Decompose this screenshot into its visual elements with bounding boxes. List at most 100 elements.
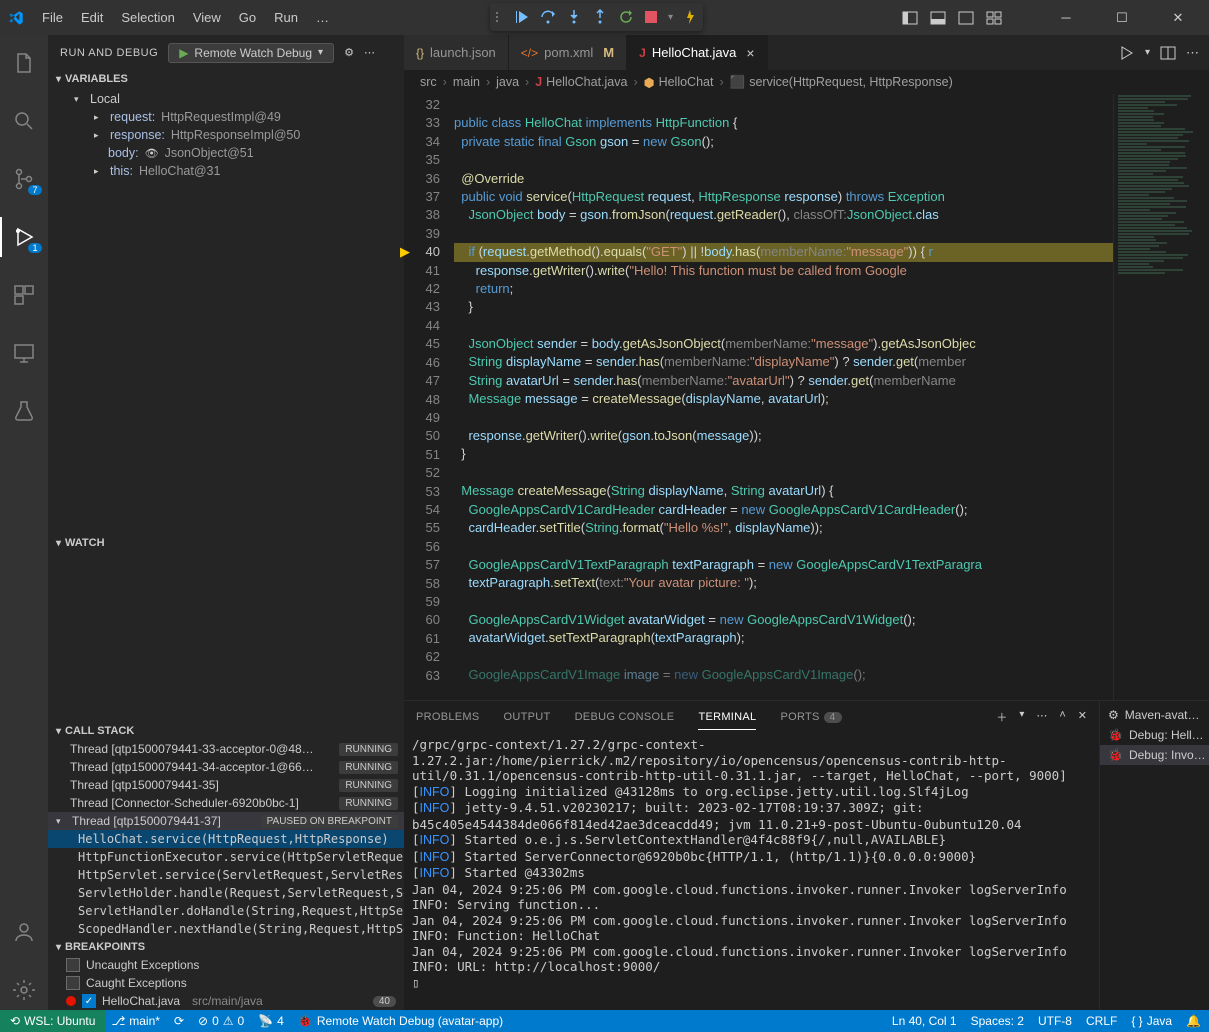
stop-button[interactable] <box>644 10 658 24</box>
encoding[interactable]: UTF-8 <box>1038 1014 1072 1028</box>
thread-row[interactable]: ▾Thread [qtp1500079441-37]PAUSED ON BREA… <box>48 812 404 830</box>
menu-file[interactable]: File <box>34 6 71 29</box>
activity-settings[interactable] <box>0 970 48 1010</box>
tab-hellochat-java[interactable]: JHelloChat.java× <box>627 35 767 70</box>
debug-toolbar[interactable]: ▾ <box>490 3 703 31</box>
layout-customize-icon[interactable] <box>985 9 1003 27</box>
breakpoints-section-header[interactable]: ▾BREAKPOINTS <box>48 938 404 956</box>
thread-row[interactable]: Thread [qtp1500079441-34-acceptor-1@66…R… <box>48 758 404 776</box>
code-editor[interactable]: 3233343536373839▶40414243444546474849505… <box>404 94 1209 700</box>
variable-row[interactable]: ▸response: HttpResponseImpl@50 <box>48 126 404 144</box>
stack-frame[interactable]: HelloChat.service(HttpRequest,HttpRespon… <box>48 830 404 848</box>
stack-frame[interactable]: ScopedHandler.nextHandle(String,Request,… <box>48 920 404 938</box>
window-minimize-button[interactable]: ─ <box>1043 0 1089 35</box>
activity-search[interactable] <box>0 101 48 141</box>
menu-more[interactable]: … <box>308 6 337 29</box>
variable-row[interactable]: body: 👁 JsonObject@51 <box>48 144 404 162</box>
layout-sidebar-left-icon[interactable] <box>901 9 919 27</box>
tab-pom-xml[interactable]: </>pom.xmlM <box>509 35 627 70</box>
menu-go[interactable]: Go <box>231 6 264 29</box>
variable-row[interactable]: ▸request: HttpRequestImpl@49 <box>48 108 404 126</box>
chevron-down-icon[interactable]: ▾ <box>1019 709 1024 725</box>
activity-scm[interactable]: 7 <box>0 159 48 199</box>
notifications-icon[interactable]: 🔔 <box>1186 1014 1201 1028</box>
terminal-output[interactable]: /grpc/grpc-context/1.27.2/grpc-context-1… <box>404 733 1099 1010</box>
new-terminal-button[interactable]: ＋ <box>996 709 1007 725</box>
breakpoint-file[interactable]: ✓HelloChat.javasrc/main/java40 <box>48 992 404 1010</box>
layout-sidebar-right-icon[interactable] <box>957 9 975 27</box>
stack-frame[interactable]: ServletHandler.doHandle(String,Request,H… <box>48 902 404 920</box>
checkbox-icon[interactable] <box>66 976 80 990</box>
line-gutter[interactable]: 3233343536373839▶40414243444546474849505… <box>404 94 454 700</box>
indentation[interactable]: Spaces: 2 <box>971 1014 1024 1028</box>
debug-config-indicator[interactable]: 🐞Remote Watch Debug (avatar-app) <box>298 1014 503 1028</box>
chevron-down-icon[interactable]: ▾ <box>668 12 673 23</box>
activity-extensions[interactable] <box>0 275 48 315</box>
continue-button[interactable] <box>514 9 530 25</box>
panel-tab-problems[interactable]: PROBLEMS <box>416 705 480 729</box>
minimap[interactable] <box>1113 94 1209 700</box>
variable-row[interactable]: ▸this: HelloChat@31 <box>48 162 404 180</box>
sync-indicator[interactable]: ⟳ <box>174 1014 184 1028</box>
more-icon[interactable]: ⋯ <box>1036 709 1047 725</box>
activity-remote-explorer[interactable] <box>0 333 48 373</box>
layout-panel-icon[interactable] <box>929 9 947 27</box>
split-editor-icon[interactable] <box>1160 45 1176 61</box>
crumb[interactable]: ⬛ service(HttpRequest, HttpResponse) <box>730 75 953 90</box>
stack-frame[interactable]: HttpFunctionExecutor.service(HttpServlet… <box>48 848 404 866</box>
checkbox-icon[interactable] <box>66 958 80 972</box>
step-into-button[interactable] <box>566 9 582 25</box>
menu-view[interactable]: View <box>185 6 229 29</box>
launch-config-select[interactable]: ▶ Remote Watch Debug ▾ <box>168 43 334 63</box>
hot-code-replace-button[interactable] <box>683 10 697 24</box>
more-icon[interactable]: ⋯ <box>1186 45 1199 61</box>
panel-tab-output[interactable]: OUTPUT <box>504 705 551 729</box>
run-button[interactable] <box>1119 45 1135 61</box>
tab-launch-json[interactable]: {}launch.json <box>404 35 509 70</box>
variables-section-header[interactable]: ▾VARIABLES <box>48 70 404 88</box>
thread-row[interactable]: Thread [qtp1500079441-35]RUNNING <box>48 776 404 794</box>
activity-testing[interactable] <box>0 391 48 431</box>
panel-tab-terminal[interactable]: TERMINAL <box>698 705 756 730</box>
remote-indicator[interactable]: ⟲WSL: Ubuntu <box>0 1010 105 1032</box>
chevron-up-icon[interactable]: ˄ <box>1059 709 1065 725</box>
close-icon[interactable]: ✕ <box>1078 709 1087 725</box>
window-maximize-button[interactable]: ☐ <box>1099 0 1145 35</box>
panel-tab-debug-console[interactable]: DEBUG CONSOLE <box>575 705 675 729</box>
thread-row[interactable]: Thread [Connector-Scheduler-6920b0bc-1]R… <box>48 794 404 812</box>
crumb[interactable]: J HelloChat.java <box>535 75 627 89</box>
drag-handle-icon[interactable] <box>496 12 504 22</box>
step-over-button[interactable] <box>540 9 556 25</box>
callstack-section-header[interactable]: ▾CALL STACK <box>48 722 404 740</box>
step-out-button[interactable] <box>592 9 608 25</box>
close-icon[interactable]: × <box>746 45 754 61</box>
problems-indicator[interactable]: ⊘0 ⚠0 <box>198 1014 244 1028</box>
crumb[interactable]: main <box>453 75 480 89</box>
terminal-item[interactable]: 🐞Debug: Hell… <box>1100 725 1209 745</box>
activity-debug[interactable]: 1 <box>0 217 48 257</box>
stack-frame[interactable]: ServletHolder.handle(Request,ServletRequ… <box>48 884 404 902</box>
thread-row[interactable]: Thread [qtp1500079441-33-acceptor-0@48…R… <box>48 740 404 758</box>
watch-section-header[interactable]: ▾WATCH <box>48 534 404 552</box>
activity-accounts[interactable] <box>0 912 48 952</box>
scope-local[interactable]: ▾Local <box>48 90 404 108</box>
breakpoint-uncaught[interactable]: Uncaught Exceptions <box>48 956 404 974</box>
breakpoint-caught[interactable]: Caught Exceptions <box>48 974 404 992</box>
panel-tab-ports[interactable]: PORTS4 <box>780 705 841 729</box>
branch-indicator[interactable]: ⎇main* <box>111 1014 160 1028</box>
breadcrumbs[interactable]: src› main› java› J HelloChat.java› ⬢ Hel… <box>404 70 1209 94</box>
ports-indicator[interactable]: 📡4 <box>258 1014 284 1028</box>
gear-icon[interactable]: ⚙ <box>344 46 354 59</box>
crumb[interactable]: src <box>420 75 437 89</box>
stack-frame[interactable]: HttpServlet.service(ServletRequest,Servl… <box>48 866 404 884</box>
activity-explorer[interactable] <box>0 43 48 83</box>
checkbox-icon[interactable]: ✓ <box>82 994 96 1008</box>
chevron-down-icon[interactable]: ▾ <box>1145 47 1150 58</box>
menu-edit[interactable]: Edit <box>73 6 111 29</box>
more-icon[interactable]: ⋯ <box>364 46 375 59</box>
window-close-button[interactable]: ✕ <box>1155 0 1201 35</box>
cursor-position[interactable]: Ln 40, Col 1 <box>892 1014 957 1028</box>
menu-run[interactable]: Run <box>266 6 306 29</box>
crumb[interactable]: ⬢ HelloChat <box>644 75 714 90</box>
terminal-item[interactable]: ⚙Maven-avat… <box>1100 705 1209 725</box>
